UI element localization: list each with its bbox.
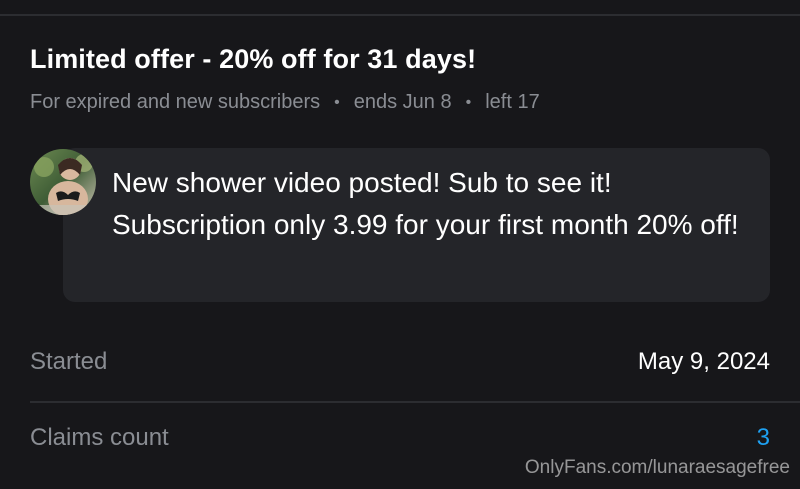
meta-separator: • <box>334 93 340 111</box>
offer-title: Limited offer - 20% off for 31 days! <box>30 44 477 74</box>
offer-meta: For expired and new subscribers • ends J… <box>30 91 540 114</box>
started-value: May 9, 2024 <box>637 348 770 375</box>
claims-row[interactable]: Claims count 3 <box>30 420 770 456</box>
message-text: New shower video posted! Sub to see it! … <box>112 167 739 240</box>
offer-end-date: ends Jun 8 <box>353 91 452 113</box>
offer-remaining: left 17 <box>485 91 540 113</box>
claims-label: Claims count <box>30 424 169 451</box>
started-label: Started <box>30 348 108 375</box>
promo-offer-screen: Limited offer - 20% off for 31 days! For… <box>0 0 800 489</box>
row-divider <box>30 401 800 403</box>
watermark: OnlyFans.com/lunaraesagefree <box>524 457 790 478</box>
avatar-image <box>30 149 96 215</box>
avatar[interactable] <box>30 149 96 215</box>
offer-audience: For expired and new subscribers <box>30 91 321 113</box>
meta-separator: • <box>465 93 472 111</box>
top-divider <box>0 14 800 16</box>
claims-count-link[interactable]: 3 <box>757 424 770 452</box>
started-row: Started May 9, 2024 <box>30 344 770 380</box>
